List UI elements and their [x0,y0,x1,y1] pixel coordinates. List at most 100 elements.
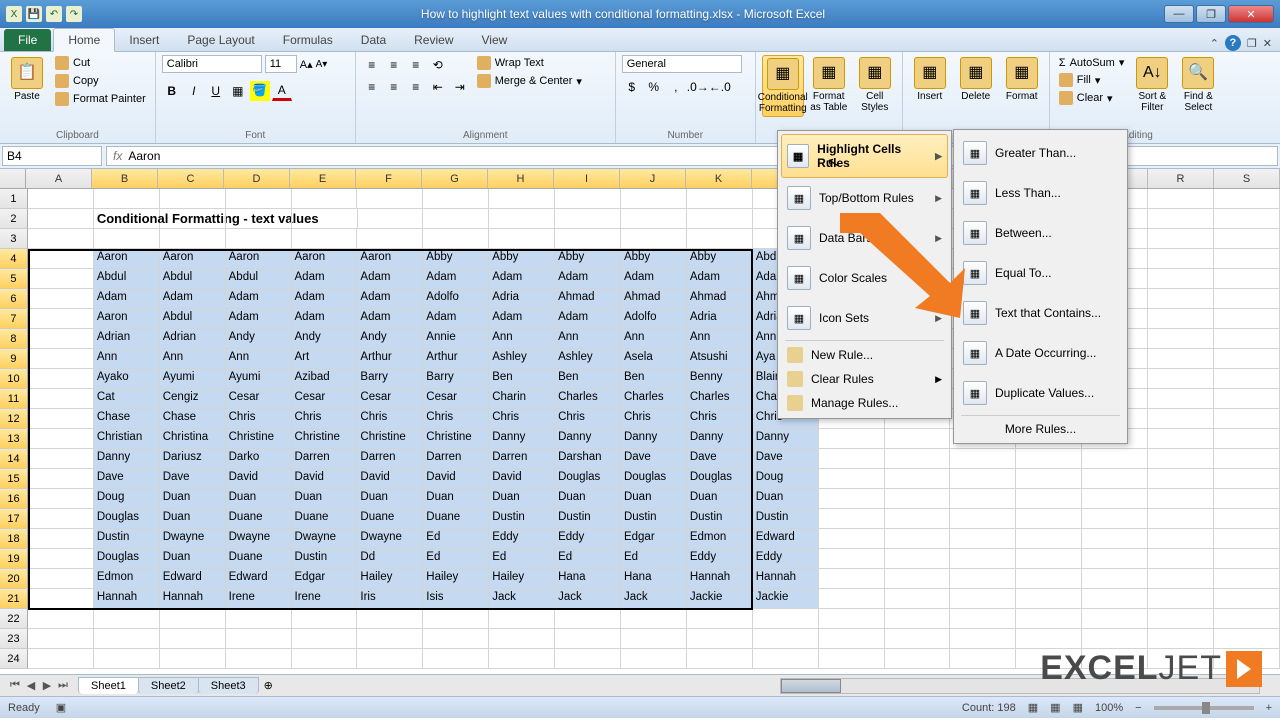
cell[interactable] [1016,449,1082,469]
cell[interactable]: Hailey [423,569,489,589]
cell[interactable]: Dave [687,449,753,469]
cell[interactable]: Cat [94,389,160,409]
autosum-button[interactable]: ΣAutoSum ▾ [1056,55,1128,70]
cell[interactable]: Barry [357,369,423,389]
cell[interactable]: David [357,469,423,489]
menu-icon-sets[interactable]: ▦Icon Sets▶ [781,298,948,338]
cell[interactable]: Darren [292,449,358,469]
cell[interactable] [28,429,94,449]
cell[interactable]: Edward [160,569,226,589]
cell[interactable]: Jack [621,589,687,609]
menu-clear-rules[interactable]: Clear Rules▶ [781,367,948,391]
cut-button[interactable]: Cut [52,55,149,71]
cell[interactable]: Duan [489,489,555,509]
font-name-input[interactable]: Calibri [162,55,262,73]
cell[interactable]: Duan [621,489,687,509]
cell[interactable]: Abby [621,249,687,269]
cell[interactable] [1148,389,1214,409]
menu-new-rule[interactable]: New Rule... [781,343,948,367]
cell[interactable] [819,609,885,629]
cell[interactable]: Adam [160,289,226,309]
cell[interactable]: Adam [555,309,621,329]
cell[interactable]: Ayumi [226,369,292,389]
font-color-button[interactable]: A [272,81,292,101]
close-button[interactable]: ✕ [1228,5,1274,23]
cell[interactable]: Atsushi [687,349,753,369]
cell[interactable] [1148,369,1214,389]
cell[interactable] [687,189,753,209]
cell[interactable] [885,629,951,649]
align-left-icon[interactable]: ≡ [362,77,382,97]
record-macro-icon[interactable]: ▣ [56,701,66,714]
sort-filter-button[interactable]: A↓Sort & Filter [1131,55,1173,115]
cell[interactable]: Adam [226,289,292,309]
cell[interactable] [1148,569,1214,589]
cell[interactable]: Dustin [621,509,687,529]
cell[interactable]: Christian [94,429,160,449]
zoom-slider[interactable] [1154,706,1254,710]
cell[interactable] [357,189,423,209]
zoom-level[interactable]: 100% [1095,702,1123,714]
cell[interactable] [555,609,621,629]
cell[interactable] [423,229,489,249]
cell[interactable]: Irene [292,589,358,609]
cell[interactable]: Cengiz [160,389,226,409]
cell[interactable]: Edward [753,529,819,549]
cell[interactable]: Christine [423,429,489,449]
cell[interactable] [885,529,951,549]
cell[interactable]: Danny [94,449,160,469]
cell[interactable] [1016,629,1082,649]
cell[interactable] [555,629,621,649]
cell[interactable]: Chris [621,409,687,429]
cell[interactable]: Cesar [292,389,358,409]
cell[interactable] [1214,249,1280,269]
cell[interactable] [1148,189,1214,209]
cell[interactable]: Darren [357,449,423,469]
cell[interactable]: Chase [160,409,226,429]
cell[interactable] [621,189,687,209]
col-header[interactable]: H [488,169,554,188]
cell[interactable]: Ann [621,329,687,349]
cell[interactable] [1148,429,1214,449]
cell[interactable] [885,449,951,469]
cell[interactable] [292,629,358,649]
cell[interactable] [292,209,358,229]
cell[interactable] [885,569,951,589]
wrap-text-button[interactable]: Wrap Text [474,55,585,71]
cell[interactable]: Abby [687,249,753,269]
view-layout-icon[interactable]: ▦ [1050,701,1060,714]
cell[interactable] [28,229,94,249]
cell[interactable]: Adam [621,269,687,289]
clear-button[interactable]: Clear ▾ [1056,90,1128,106]
cell[interactable] [1016,569,1082,589]
cell[interactable] [1082,549,1148,569]
cell[interactable] [28,549,94,569]
col-header[interactable]: E [290,169,356,188]
cell[interactable] [292,649,358,669]
cell[interactable] [1214,489,1280,509]
cell[interactable] [28,649,94,669]
cell[interactable] [819,589,885,609]
cell[interactable]: Aaron [94,249,160,269]
cell[interactable] [1214,229,1280,249]
cell[interactable] [819,649,885,669]
cell[interactable]: Duan [160,509,226,529]
orientation-icon[interactable]: ⟲ [428,55,448,75]
cell[interactable] [950,609,1016,629]
zoom-in-icon[interactable]: + [1266,702,1272,714]
cell[interactable] [1082,529,1148,549]
cell[interactable] [1148,509,1214,529]
row-header[interactable]: 14 [0,449,28,469]
cell[interactable]: Chris [423,409,489,429]
cell[interactable] [1148,489,1214,509]
cell[interactable]: Duane [423,509,489,529]
cell[interactable]: Azibad [292,369,358,389]
col-header[interactable]: R [1148,169,1214,188]
cell[interactable] [687,609,753,629]
cell[interactable] [885,429,951,449]
cell[interactable]: Duan [555,489,621,509]
cell[interactable] [357,229,423,249]
cell[interactable] [621,229,687,249]
window-restore-icon[interactable]: ❐ [1247,37,1257,50]
cell[interactable]: Annie [423,329,489,349]
